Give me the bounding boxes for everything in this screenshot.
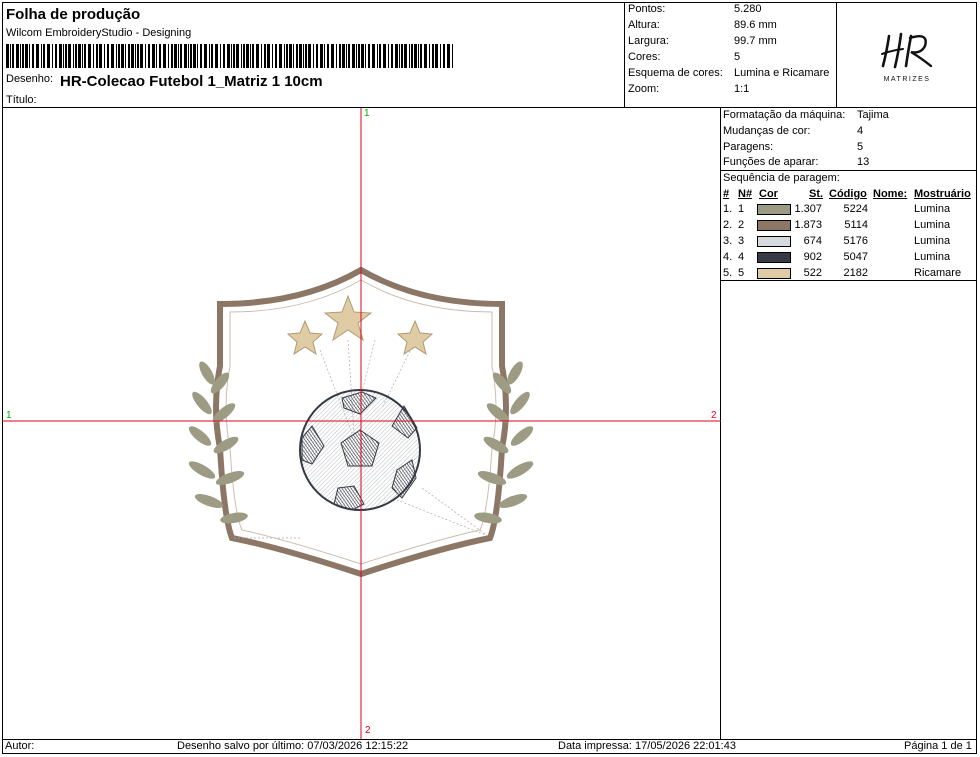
row-brand: Ricamare (914, 267, 962, 279)
soccer-ball-icon (299, 389, 421, 511)
row-brand: Lumina (914, 235, 951, 247)
stars-icon (286, 294, 434, 356)
brand-logo: MATRIZES (837, 2, 977, 108)
color-swatch (757, 268, 791, 279)
row-n: 2 (738, 219, 745, 231)
design-stats: Pontos: 5.280 Altura: 89.6 mm Largura: 99.7… (625, 2, 837, 108)
row-code: 5114 (844, 219, 868, 231)
row-brand: Lumina (914, 251, 951, 263)
stat-zoom: Zoom: 1:1 (628, 83, 750, 95)
color-swatch (757, 204, 791, 215)
row-num: 4. (723, 251, 733, 263)
machine-panel: Formatação da máquina: Tajima Mudanças de… (721, 108, 977, 739)
row-brand: Lumina (914, 219, 951, 231)
row-code: 5224 (843, 203, 868, 215)
stat-esquema: Esquema de cores: Lumina e Ricamare (628, 67, 830, 79)
divider (721, 170, 977, 171)
stop-sequence-label: Sequência de paragem: (723, 172, 840, 184)
divider (721, 280, 977, 281)
color-swatch (757, 236, 791, 247)
stat-largura: Largura: 99.7 mm (628, 35, 777, 47)
axis-bottom-label: 2 (365, 725, 371, 736)
axis-left-label: 1 (6, 410, 12, 421)
row-code: 2182 (843, 267, 868, 279)
col-mostruario: Mostruário (914, 188, 971, 200)
row-num: 3. (723, 235, 733, 247)
row-n: 4 (738, 251, 745, 263)
row-n: 3 (738, 235, 745, 247)
axis-top-label: 1 (364, 108, 370, 119)
row-stitches: 1.873 (794, 219, 822, 231)
row-num: 1. (723, 203, 733, 215)
design-name: HR-Colecao Futebol 1_Matriz 1 10cm (60, 73, 323, 90)
col-n: N# (738, 188, 753, 200)
stat-pontos: Pontos: 5.280 (628, 3, 762, 15)
design-canvas: 1 2 1 2 (2, 108, 721, 739)
col-num: # (723, 188, 730, 200)
color-swatch (757, 220, 791, 231)
barcode (6, 44, 453, 68)
author-label: Autor: (5, 740, 35, 752)
table-row: 1. 1 1.307 5224 Lumina (721, 203, 977, 219)
row-brand: Lumina (914, 203, 951, 215)
stops: Paragens: 5 (723, 141, 864, 153)
last-saved: Desenho salvo por último: 07/03/2026 12:… (177, 740, 409, 752)
page-number: Página 1 de 1 (904, 740, 972, 752)
footer: Autor: Desenho salvo por último: 07/03/2… (2, 739, 977, 754)
row-stitches: 1.307 (794, 203, 822, 215)
stat-altura: Altura: 89.6 mm (628, 19, 777, 31)
axis-right-label: 2 (711, 410, 717, 421)
table-row: 4. 4 902 5047 Lumina (721, 251, 977, 267)
machine-format: Formatação da máquina: Tajima (723, 109, 889, 121)
title-label: Título: (6, 94, 37, 106)
design-label: Desenho: (6, 73, 54, 85)
embroidery-preview (2, 108, 721, 739)
col-st: St. (809, 188, 824, 200)
svg-text:MATRIZES: MATRIZES (884, 76, 931, 83)
row-n: 1 (738, 203, 745, 215)
col-nome: Nome: (873, 188, 908, 200)
row-stitches: 902 (803, 251, 822, 263)
col-cor: Cor (759, 188, 778, 200)
row-stitches: 674 (803, 235, 822, 247)
software-name: Wilcom EmbroideryStudio - Designing (6, 27, 192, 39)
table-row: 2. 2 1.873 5114 Lumina (721, 219, 977, 235)
table-row: 3. 3 674 5176 Lumina (721, 235, 977, 251)
row-stitches: 522 (803, 267, 822, 279)
row-n: 5 (738, 267, 745, 279)
sheet-title: Folha de produção (6, 6, 141, 23)
row-num: 2. (723, 219, 733, 231)
color-swatch (757, 252, 791, 263)
stat-cores: Cores: 5 (628, 51, 741, 63)
trims: Funções de aparar: 13 (723, 156, 870, 168)
row-code: 5047 (843, 251, 868, 263)
color-changes: Mudanças de cor: 4 (723, 125, 864, 137)
row-code: 5176 (843, 235, 868, 247)
header-info: Folha de produção Wilcom EmbroideryStudi… (2, 2, 625, 108)
col-codigo: Código (829, 188, 867, 200)
row-num: 5. (723, 267, 733, 279)
print-date: Data impressa: 17/05/2026 22:01:43 (558, 740, 736, 752)
hr-logo-icon: MATRIZES (881, 32, 933, 83)
